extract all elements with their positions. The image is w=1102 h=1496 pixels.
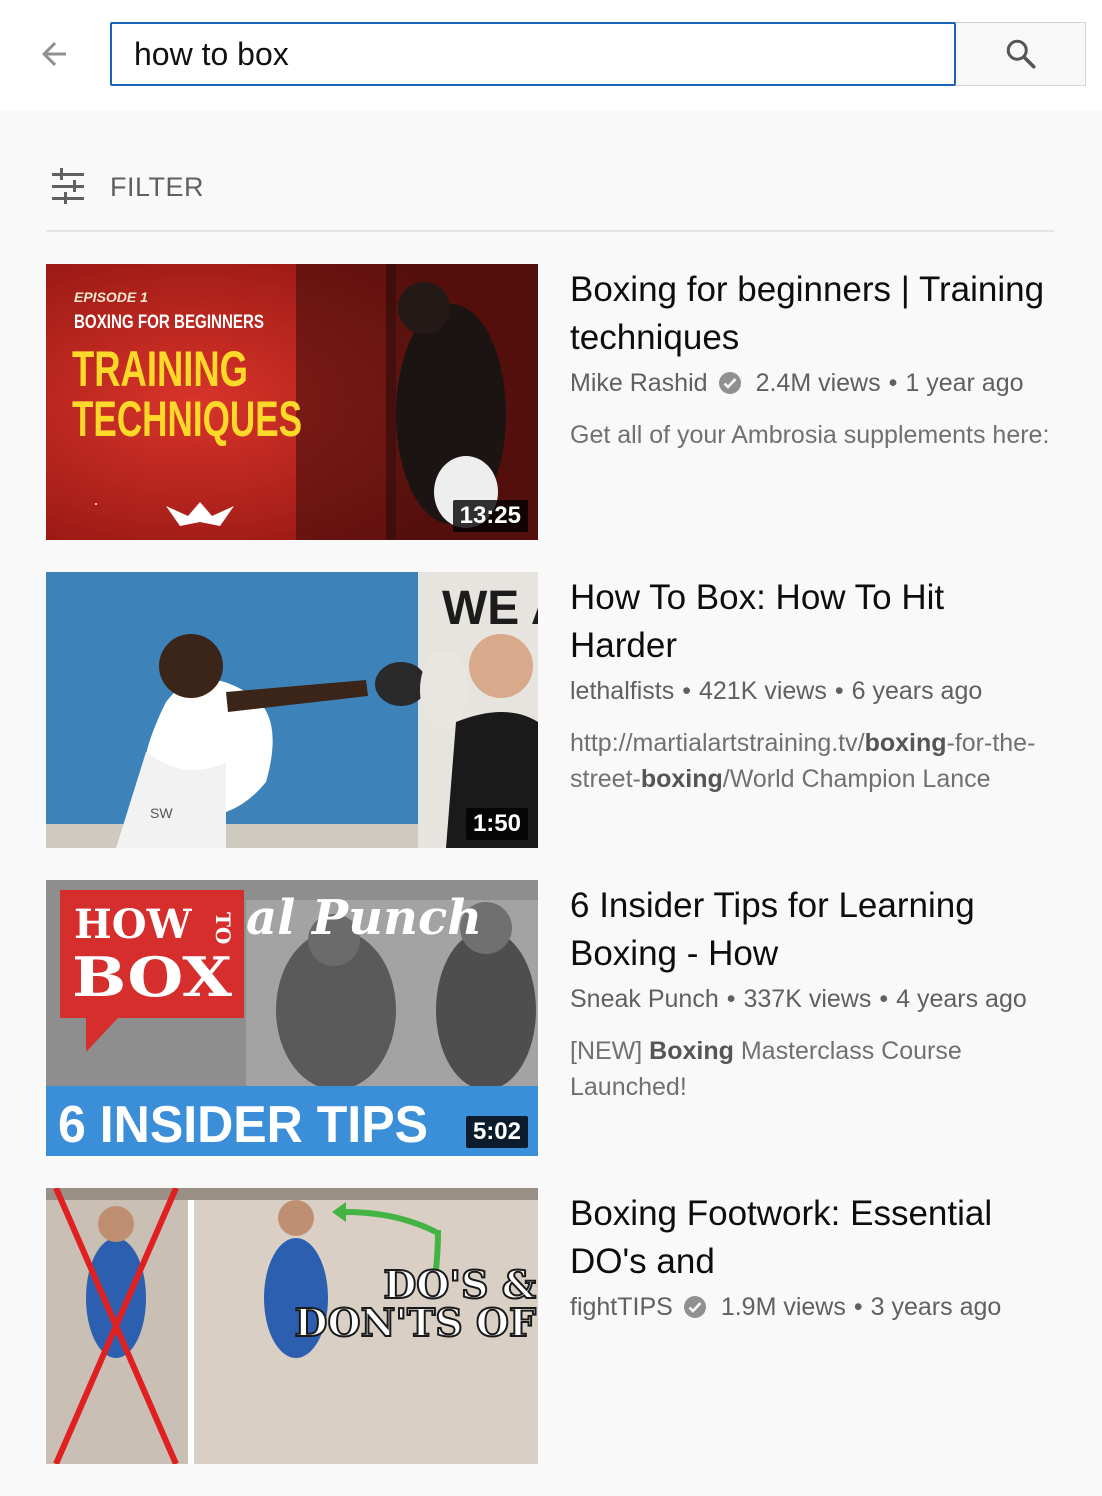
thumb-line1-text: TRAINING xyxy=(72,341,248,397)
meta-separator: • xyxy=(682,676,691,705)
view-count: 1.9M views xyxy=(720,1292,846,1321)
video-title[interactable]: Boxing Footwork: Essential DO's and xyxy=(570,1190,1060,1286)
description-highlight: boxing xyxy=(640,765,723,793)
thumb-episode-text: EPISODE 1 xyxy=(74,289,148,305)
video-result-1[interactable]: EPISODE 1 BOXING FOR BEGINNERS TRAINING … xyxy=(46,264,1056,572)
thumb-series-text: BOXING FOR BEGINNERS xyxy=(74,312,264,333)
thumb-tips-text: 6 INSIDER TIPS xyxy=(58,1096,428,1154)
back-button[interactable] xyxy=(28,30,80,78)
description-text: [NEW] xyxy=(570,1037,650,1065)
upload-age: 6 years ago xyxy=(851,676,983,705)
meta-separator: • xyxy=(888,368,898,397)
meta-separator: • xyxy=(879,984,889,1013)
video-description: http://martialartstraining.tv/boxing-for… xyxy=(570,725,1060,797)
video-result-3[interactable]: al Punch HOW TO BOX 6 INSIDER TIPS 5:02 … xyxy=(46,880,1056,1188)
video-duration: 13:25 xyxy=(452,500,528,532)
thumbnail-image: DO'S & DON'TS OF xyxy=(46,1188,538,1464)
meta-separator: • xyxy=(834,676,844,705)
thumb-box-text: BOX xyxy=(72,945,232,1009)
video-thumbnail[interactable]: al Punch HOW TO BOX 6 INSIDER TIPS 5:02 xyxy=(46,880,538,1156)
view-count: 421K views xyxy=(698,676,827,705)
thumbnail-image: EPISODE 1 BOXING FOR BEGINNERS TRAINING … xyxy=(46,264,538,540)
upload-age: 3 years ago xyxy=(870,1292,1002,1321)
video-info: Boxing for beginners | Training techniqu… xyxy=(570,266,1060,453)
filter-button[interactable]: FILTER xyxy=(46,164,446,210)
thumb-line2-text: TECHNIQUES xyxy=(72,391,302,447)
video-thumbnail[interactable]: WE A SW 1:50 xyxy=(46,572,538,848)
thumb-how-text: HOW xyxy=(74,901,193,948)
upload-age: 4 years ago xyxy=(896,984,1027,1013)
filter-sliders-icon xyxy=(52,168,84,204)
description-highlight: Boxing xyxy=(649,1037,734,1065)
video-duration: 5:02 xyxy=(465,1116,528,1148)
channel-name[interactable]: fightTIPS xyxy=(570,1293,673,1322)
thumb-shorts-text: SW xyxy=(150,805,173,821)
video-title[interactable]: Boxing for beginners | Training techniqu… xyxy=(570,266,1060,362)
video-info: Boxing Footwork: Essential DO's and figh… xyxy=(570,1190,1060,1327)
verified-check-icon xyxy=(683,1295,707,1319)
video-title[interactable]: 6 Insider Tips for Learning Boxing - How xyxy=(570,882,1060,978)
video-info: 6 Insider Tips for Learning Boxing - How… xyxy=(570,882,1060,1105)
video-result-2[interactable]: WE A SW 1:50 How To Box: How To Hit Hard… xyxy=(46,572,1056,880)
thumb-line2-text: DON'TS OF xyxy=(295,1300,536,1345)
thumbnail-image: WE A SW xyxy=(46,572,538,848)
video-thumbnail[interactable]: DO'S & DON'TS OF xyxy=(46,1188,538,1464)
upload-age: 1 year ago xyxy=(905,368,1024,397)
search-button[interactable] xyxy=(956,22,1086,86)
back-arrow-icon xyxy=(42,42,66,66)
channel-name[interactable]: Mike Rashid xyxy=(570,369,708,398)
video-info: How To Box: How To Hit Harder lethalfist… xyxy=(570,574,1060,797)
video-title[interactable]: How To Box: How To Hit Harder xyxy=(570,574,1060,670)
search-icon xyxy=(1006,39,1036,69)
search-header xyxy=(0,0,1102,110)
verified-check-icon xyxy=(718,371,742,395)
video-thumbnail[interactable]: EPISODE 1 BOXING FOR BEGINNERS TRAINING … xyxy=(46,264,538,540)
thumb-to-text: TO xyxy=(211,912,235,944)
channel-name[interactable]: lethalfists xyxy=(570,677,674,706)
video-description: [NEW] Boxing Masterclass Course Launched… xyxy=(570,1033,1060,1105)
divider xyxy=(46,230,1054,232)
video-meta: fightTIPS 1.9M views • 3 years ago xyxy=(570,1287,1060,1327)
view-count: 2.4M views xyxy=(755,368,881,397)
description-text: http://martialartstraining.tv/ xyxy=(570,729,865,757)
description-highlight: boxing xyxy=(864,729,947,757)
thumbnail-image: al Punch HOW TO BOX 6 INSIDER TIPS xyxy=(46,880,538,1156)
view-count: 337K views xyxy=(743,984,872,1013)
video-description: Get all of your Ambrosia supplements her… xyxy=(570,417,1060,453)
description-text: Get all of your Ambrosia supplements her… xyxy=(570,421,1050,449)
filter-label: FILTER xyxy=(110,171,205,202)
meta-separator: • xyxy=(726,984,736,1013)
results-list: EPISODE 1 BOXING FOR BEGINNERS TRAINING … xyxy=(46,264,1056,1496)
channel-name[interactable]: Sneak Punch xyxy=(570,985,719,1014)
video-meta: Mike Rashid 2.4M views • 1 year ago xyxy=(570,363,1060,403)
video-result-4[interactable]: DO'S & DON'TS OF Boxing Footwork: Essent… xyxy=(46,1188,1056,1496)
video-meta: Sneak Punch • 337K views • 4 years ago xyxy=(570,979,1060,1019)
thumb-script-text: al Punch xyxy=(246,890,482,946)
meta-separator: • xyxy=(853,1292,863,1321)
thumb-wall-text: WE A xyxy=(442,582,538,635)
video-duration: 1:50 xyxy=(465,808,528,840)
description-text: /World Champion Lance xyxy=(722,765,991,793)
search-input[interactable] xyxy=(110,22,956,86)
video-meta: lethalfists • 421K views • 6 years ago xyxy=(570,671,1060,711)
